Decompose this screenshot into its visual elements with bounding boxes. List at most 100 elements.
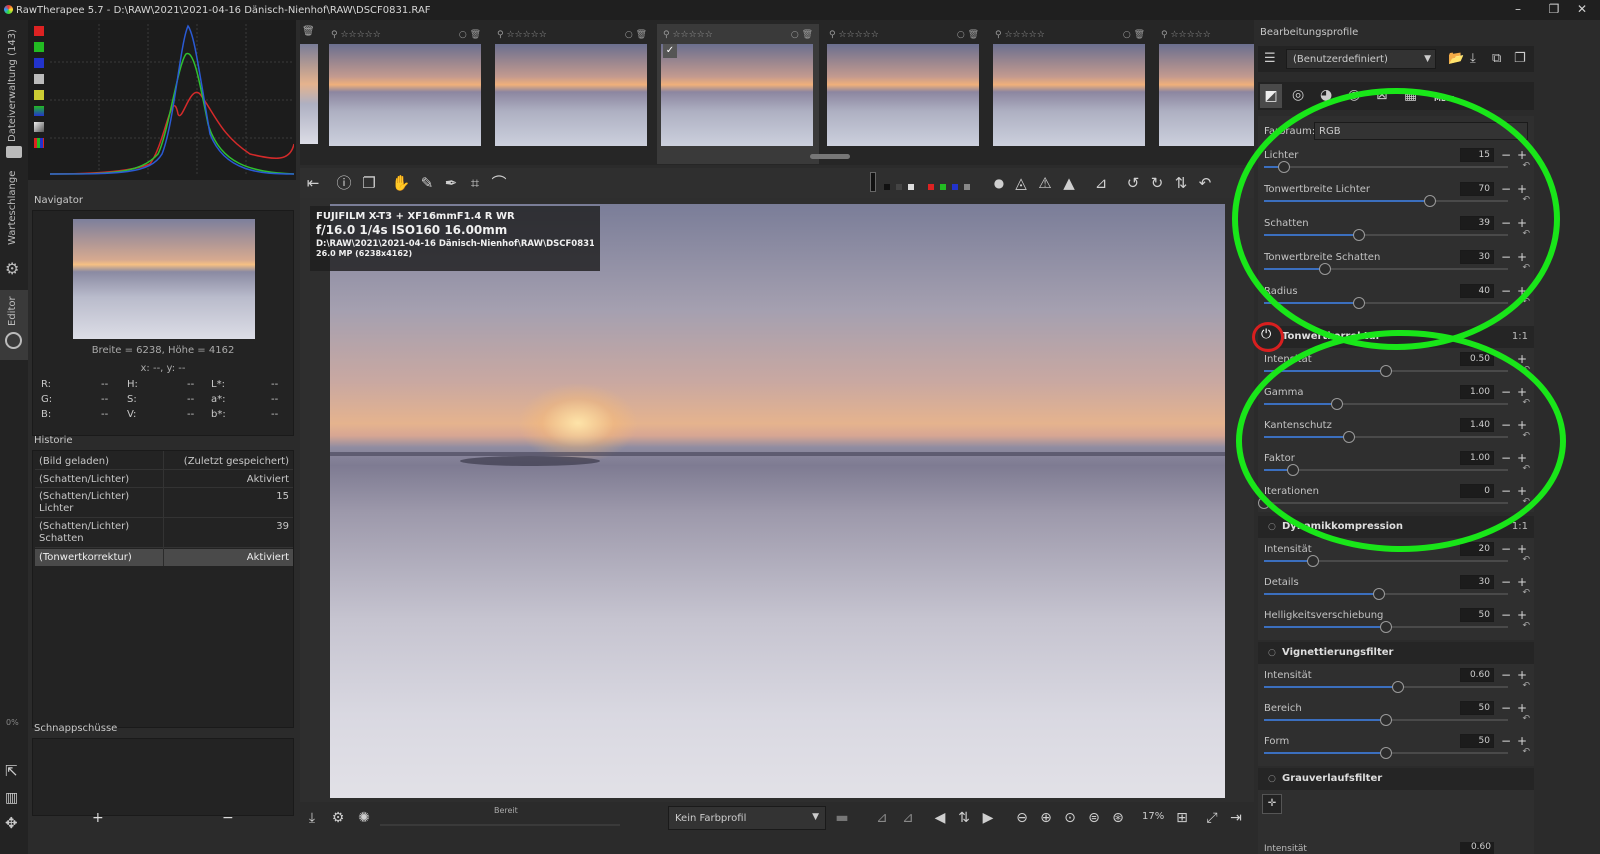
new-detail-window-icon[interactable]: ⊞ <box>1172 808 1192 828</box>
slider-handle[interactable] <box>1380 714 1392 726</box>
slider-value[interactable]: 20 <box>1460 542 1494 556</box>
slider-value[interactable]: 50 <box>1460 701 1494 715</box>
slider-track[interactable] <box>1264 593 1508 595</box>
rating-stars[interactable]: ⚲ ☆☆☆☆☆ <box>829 30 879 42</box>
reset-icon[interactable]: ↶ <box>1522 747 1530 757</box>
zoom-out-icon[interactable]: ⊖ <box>1012 808 1032 828</box>
previous-image-icon[interactable]: ◀ <box>930 808 950 828</box>
histogram-view-icon[interactable]: ⊿ <box>1090 172 1112 194</box>
mode-toggle[interactable] <box>34 138 44 148</box>
send-to-editor-icon[interactable]: ✺ <box>354 808 374 828</box>
tab-editor[interactable]: Editor <box>0 290 28 360</box>
slider-value[interactable]: 50 <box>1460 608 1494 622</box>
filmstrip-thumbnail-selected[interactable]: ⚲ ☆☆☆☆☆ ○ 🗑 ✓ <box>657 24 819 164</box>
save-profile-icon[interactable]: ⤓ <box>1470 51 1476 66</box>
gamut-check-icon[interactable]: ⊿ <box>898 808 918 828</box>
preview-white-swatch[interactable] <box>908 184 914 190</box>
slider-value[interactable]: 0.60 <box>1460 842 1494 854</box>
open-profile-icon[interactable]: 📂 <box>1448 51 1464 66</box>
filmstrip-thumbnail[interactable]: ⚲ ☆☆☆☆☆ ○ 🗑 <box>823 24 985 164</box>
hide-right-panel-icon[interactable]: ⇥ <box>1226 808 1246 828</box>
slider-value[interactable]: 50 <box>1460 734 1494 748</box>
increment-button[interactable]: + <box>1516 735 1528 747</box>
history-row[interactable]: (Schatten/Lichter) Lichter 15 <box>35 489 293 518</box>
decrement-button[interactable]: − <box>1500 702 1512 714</box>
trash-icon[interactable]: 🗑 <box>302 26 315 37</box>
focus-mask-icon[interactable]: ● <box>988 172 1010 194</box>
navigator-preview[interactable] <box>73 219 255 339</box>
remove-snapshot-button[interactable]: − <box>222 810 234 826</box>
increment-button[interactable]: + <box>1516 576 1528 588</box>
history-row[interactable]: (Bild geladen) (Zuletzt gespeichert) <box>35 453 293 470</box>
detail-tab-icon[interactable]: ◎ <box>1292 87 1304 103</box>
increment-button[interactable]: + <box>1516 702 1528 714</box>
power-icon[interactable]: ⏻ <box>1261 327 1271 342</box>
rating-stars[interactable]: ⚲ ☆☆☆☆☆ <box>663 30 713 42</box>
graduated-filter-header[interactable]: ○ Grauverlaufsfilter <box>1258 768 1534 790</box>
printer-profile-icon[interactable]: ▬ <box>832 808 852 828</box>
trash-icon[interactable]: ○ 🗑 <box>1123 30 1145 42</box>
slider-value[interactable]: 0.60 <box>1460 668 1494 682</box>
enable-toggle-icon[interactable]: ○ <box>1268 522 1276 532</box>
color-profile-select[interactable]: Kein Farbprofil ▼ <box>668 806 826 830</box>
filmstrip-thumbnail[interactable]: ⚲ ☆☆☆☆☆ ○ 🗑 <box>325 24 487 164</box>
history-row[interactable]: (Schatten/Lichter) Schatten 39 <box>35 519 293 548</box>
crop-icon[interactable]: ⌗ <box>464 172 486 194</box>
hide-left-panel-icon[interactable]: ⇤ <box>302 172 324 194</box>
slider-handle[interactable] <box>1373 588 1385 600</box>
increment-button[interactable]: + <box>1516 609 1528 621</box>
paste-profile-icon[interactable]: ❐ <box>1514 51 1526 66</box>
queue-icon[interactable]: ⚙ <box>328 808 348 828</box>
decrement-button[interactable]: − <box>1500 669 1512 681</box>
filmstrip-thumbnail[interactable]: ⚲ ☆☆☆☆☆ ○ 🗑 <box>491 24 653 164</box>
history-row-selected[interactable]: (Tonwertkorrektur) Aktiviert <box>35 549 293 566</box>
tab-queue[interactable]: Warteschlange ⚙ <box>0 171 28 285</box>
background-color-toggle[interactable] <box>870 172 876 192</box>
info-icon[interactable]: ⓘ <box>333 172 355 194</box>
slider-handle[interactable] <box>1307 555 1319 567</box>
decrement-button[interactable]: − <box>1500 576 1512 588</box>
flip-vertical-icon[interactable]: ⇅ <box>1170 172 1192 194</box>
increment-button[interactable]: + <box>1516 669 1528 681</box>
preview-grey-swatch[interactable] <box>896 184 902 190</box>
hand-tool-icon[interactable]: ✋ <box>390 172 412 194</box>
preview-blue-channel[interactable] <box>952 184 958 190</box>
decrement-button[interactable]: − <box>1500 735 1512 747</box>
zoom-fit-icon[interactable]: ⊜ <box>1084 808 1104 828</box>
filmstrip-scrollbar[interactable] <box>810 154 850 159</box>
straighten-icon[interactable]: ⌒ <box>488 172 510 194</box>
fullscreen-icon[interactable]: ⤢ <box>1202 808 1222 828</box>
zoom-100-icon[interactable]: ⊙ <box>1060 808 1080 828</box>
rating-stars[interactable]: ⚲ ☆☆☆☆☆ <box>995 30 1045 42</box>
preview-black-swatch[interactable] <box>884 184 890 190</box>
add-snapshot-button[interactable]: + <box>92 810 104 826</box>
rotate-left-icon[interactable]: ↺ <box>1122 172 1144 194</box>
preview-red-channel[interactable] <box>928 184 934 190</box>
chroma-toggle[interactable] <box>34 90 44 100</box>
sidebar-toggle-icon[interactable]: ▥ <box>5 790 18 806</box>
reset-icon[interactable]: ↶ <box>1522 555 1530 565</box>
enable-toggle-icon[interactable]: ○ <box>1268 774 1276 784</box>
reset-icon[interactable]: ↶ <box>1522 588 1530 598</box>
zoom-fit-crop-icon[interactable]: ⊛ <box>1108 808 1128 828</box>
reset-icon[interactable]: ↶ <box>1522 621 1530 631</box>
rating-stars[interactable]: ⚲ ☆☆☆☆☆ <box>331 30 381 42</box>
highlight-warning-icon[interactable]: ⚠ <box>1034 172 1056 194</box>
zoom-in-icon[interactable]: ⊕ <box>1036 808 1056 828</box>
tab-file-browser[interactable]: Dateiverwaltung (143) <box>0 24 28 158</box>
photo-preview[interactable] <box>330 204 1225 798</box>
decrement-button[interactable]: − <box>1500 543 1512 555</box>
trash-icon[interactable]: ○ 🗑 <box>459 30 481 42</box>
check-icon[interactable]: ✓ <box>663 44 677 58</box>
before-after-icon[interactable]: ❐ <box>358 172 380 194</box>
close-button[interactable]: ✕ <box>1564 0 1600 20</box>
luminance-toggle[interactable] <box>34 74 44 84</box>
reset-icon[interactable]: ↶ <box>1522 681 1530 691</box>
filmstrip-thumbnail[interactable]: ⚲ ☆☆☆☆☆ ○ 🗑 <box>989 24 1151 164</box>
copy-profile-icon[interactable]: ⧉ <box>1492 51 1501 66</box>
slider-handle[interactable] <box>1380 621 1392 633</box>
shadow-clip-icon[interactable]: ◬ <box>1010 172 1032 194</box>
trash-icon[interactable]: ○ 🗑 <box>625 30 647 42</box>
bar-toggle[interactable] <box>34 122 44 132</box>
trash-icon[interactable]: ○ 🗑 <box>957 30 979 42</box>
